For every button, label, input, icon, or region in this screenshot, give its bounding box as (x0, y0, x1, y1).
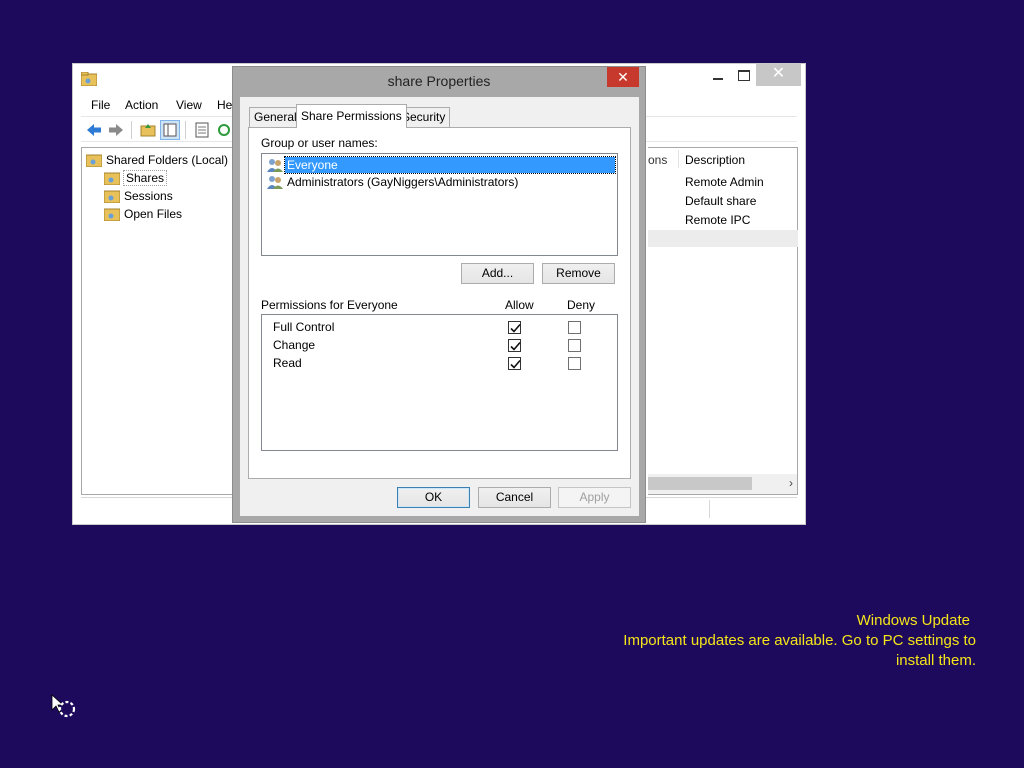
toolbar-separator (131, 121, 132, 139)
tree-label: Sessions (124, 188, 173, 203)
user-item-everyone[interactable]: Everyone (266, 155, 616, 174)
list-item[interactable]: Remote IPC (685, 213, 750, 227)
full-control-allow-checkbox[interactable] (508, 321, 521, 334)
horizontal-scrollbar[interactable]: › (648, 474, 797, 494)
tree-pane: Shared Folders (Local) Shares Sessions O… (81, 147, 251, 495)
dialog-body: General Share Permissions Security Group… (240, 97, 639, 516)
share-permissions-panel: Group or user names: Everyone Administra… (248, 127, 631, 479)
properties-icon[interactable] (193, 121, 211, 139)
tree-item-open-files[interactable]: Open Files (104, 205, 182, 222)
read-allow-checkbox[interactable] (508, 357, 521, 370)
windows-update-line2: install them. (895, 652, 976, 669)
permission-row-read: Read (262, 354, 617, 372)
user-group-icon (267, 175, 283, 189)
share-properties-dialog: share Properties ✕ General Share Permiss… (232, 66, 646, 523)
tree-item-shared-folders[interactable]: Shared Folders (Local) (86, 151, 228, 168)
windows-update-notice[interactable]: Windows Update Important updates are ava… (623, 611, 976, 671)
scroll-right-icon[interactable]: › (789, 476, 793, 490)
open-files-folder-icon (104, 208, 120, 221)
menu-file[interactable]: File (91, 98, 110, 112)
mmc-close-button[interactable]: ✕ (756, 64, 801, 86)
group-user-label: Group or user names: (261, 136, 378, 150)
menu-view[interactable]: View (176, 98, 202, 112)
busy-cursor-icon (51, 694, 76, 718)
permission-row-full-control: Full Control (262, 318, 617, 336)
show-hide-tree-icon[interactable] (160, 120, 180, 140)
tab-general[interactable]: General (249, 107, 302, 127)
checkmark-icon (510, 341, 521, 351)
list-item[interactable]: Default share (685, 194, 756, 208)
user-group-icon (267, 158, 283, 172)
user-name: Everyone (284, 155, 616, 174)
tree-label: Shared Folders (Local) (106, 152, 229, 167)
tree-label: Open Files (124, 206, 183, 221)
remove-button[interactable]: Remove (542, 263, 615, 284)
toolbar-separator (185, 121, 186, 139)
scrollbar-thumb[interactable] (648, 477, 752, 490)
column-header-partial[interactable]: ons (648, 153, 667, 167)
permissions-list: Full Control Change Read (261, 314, 618, 451)
menu-action[interactable]: Action (125, 98, 158, 112)
sessions-folder-icon (104, 190, 120, 203)
change-allow-checkbox[interactable] (508, 339, 521, 352)
tab-share-permissions[interactable]: Share Permissions (296, 104, 407, 128)
maximize-button[interactable] (729, 64, 757, 86)
dialog-title: share Properties (387, 73, 491, 89)
up-folder-icon[interactable] (139, 121, 157, 139)
deny-column-header: Deny (567, 298, 596, 312)
permissions-for-label: Permissions for Everyone (261, 298, 398, 312)
windows-update-line1: Important updates are available. Go to P… (623, 632, 976, 649)
checkmark-icon (510, 323, 521, 333)
list-item[interactable]: Remote Admin (685, 175, 764, 189)
back-arrow-icon[interactable] (85, 121, 103, 139)
user-name: Administrators (GayNiggers\Administrator… (287, 174, 519, 189)
windows-update-title: Windows Update (856, 612, 970, 629)
change-deny-checkbox[interactable] (568, 339, 581, 352)
allow-column-header: Allow (505, 298, 534, 312)
shares-list-pane: ons Description Remote Admin Default sha… (648, 147, 798, 495)
shares-folder-icon (104, 172, 120, 185)
full-control-deny-checkbox[interactable] (568, 321, 581, 334)
minimize-button[interactable] (703, 64, 731, 86)
refresh-icon[interactable] (215, 121, 233, 139)
status-separator (709, 500, 710, 518)
tree-item-shares[interactable]: Shares (104, 169, 168, 186)
tree-item-sessions[interactable]: Sessions (104, 187, 173, 204)
column-divider[interactable] (678, 150, 679, 168)
shared-folders-icon (81, 72, 97, 86)
checkmark-icon (510, 359, 521, 369)
ok-button[interactable]: OK (397, 487, 470, 508)
cancel-button[interactable]: Cancel (478, 487, 551, 508)
add-button[interactable]: Add... (461, 263, 534, 284)
read-deny-checkbox[interactable] (568, 357, 581, 370)
menu-help[interactable]: He (217, 98, 232, 112)
dialog-close-button[interactable]: ✕ (607, 67, 639, 87)
shared-folders-icon (86, 154, 102, 167)
column-header-description[interactable]: Description (685, 153, 745, 167)
user-item-administrators[interactable]: Administrators (GayNiggers\Administrator… (266, 173, 615, 190)
permission-name: Read (273, 356, 302, 370)
permission-name: Full Control (273, 320, 335, 334)
forward-arrow-icon[interactable] (107, 121, 125, 139)
apply-button[interactable]: Apply (558, 487, 631, 508)
permission-row-change: Change (262, 336, 617, 354)
user-listbox[interactable]: Everyone Administrators (GayNiggers\Admi… (261, 153, 618, 256)
permission-name: Change (273, 338, 316, 352)
tree-label: Shares (122, 169, 168, 186)
list-row-highlight[interactable] (648, 230, 798, 247)
